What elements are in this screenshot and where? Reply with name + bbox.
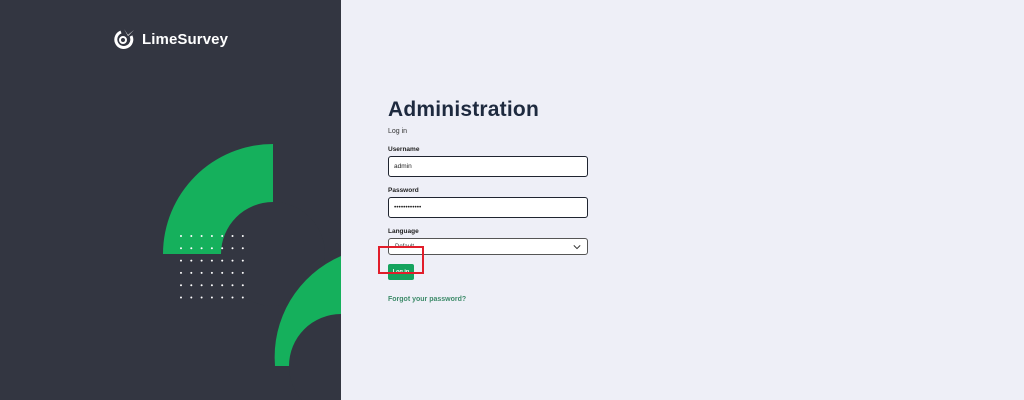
decorative-dot (190, 271, 193, 274)
decorative-dot (210, 284, 213, 287)
decorative-dot (221, 271, 224, 274)
decorative-dot (241, 247, 244, 250)
login-panel: Administration Log in Username Password … (341, 0, 1024, 400)
decorative-dot (241, 259, 244, 262)
decorative-dot (190, 296, 193, 299)
decorative-dot (231, 235, 234, 237)
decorative-dot (190, 284, 193, 287)
decorative-graphic (163, 144, 341, 400)
decorative-dot (200, 247, 203, 250)
decorative-dot (221, 284, 224, 287)
decorative-dot (221, 247, 224, 250)
language-select[interactable]: Default (388, 238, 588, 255)
decorative-dot (200, 296, 203, 299)
decorative-dot (200, 284, 203, 287)
decorative-dot (190, 259, 193, 262)
decorative-dot (180, 296, 182, 299)
decorative-dot (231, 284, 234, 287)
chevron-down-icon (573, 244, 581, 249)
decorative-dot (210, 235, 213, 237)
language-selected-value: Default (395, 243, 415, 250)
username-label: Username (388, 146, 420, 153)
decorative-dot (221, 235, 224, 237)
decorative-dot (210, 259, 213, 262)
decorative-dot (210, 296, 213, 299)
page-subtitle: Log in (388, 128, 408, 135)
decorative-dot (200, 235, 203, 237)
decorative-dot (180, 247, 182, 250)
forgot-password-link[interactable]: Forgot your password? (388, 296, 588, 303)
login-form: Administration Log in Username Password … (388, 98, 588, 303)
brand-panel: LimeSurvey (0, 0, 341, 400)
login-button[interactable]: Log in (388, 264, 414, 280)
decorative-dot (241, 235, 244, 237)
decorative-dot (180, 235, 182, 237)
decorative-dot (231, 259, 234, 262)
password-label: Password (388, 187, 419, 194)
decorative-dot (190, 235, 193, 237)
decorative-dot (231, 247, 234, 250)
decorative-dot (190, 247, 193, 250)
page-title: Administration (388, 98, 539, 121)
decorative-dot (200, 259, 203, 262)
decorative-dot (231, 296, 234, 299)
decorative-dot (180, 284, 182, 287)
decorative-dot (200, 271, 203, 274)
decorative-dot (221, 296, 224, 299)
language-label: Language (388, 228, 419, 235)
decorative-dot (241, 284, 244, 287)
decorative-dot (210, 271, 213, 274)
decorative-dot (180, 271, 182, 274)
password-input[interactable] (388, 197, 588, 218)
username-input[interactable] (388, 156, 588, 177)
decorative-dot (231, 271, 234, 274)
decorative-dot (180, 259, 182, 262)
decorative-dot (241, 271, 244, 274)
decorative-dot (241, 296, 244, 299)
decorative-dot (221, 259, 224, 262)
decorative-dot (210, 247, 213, 250)
